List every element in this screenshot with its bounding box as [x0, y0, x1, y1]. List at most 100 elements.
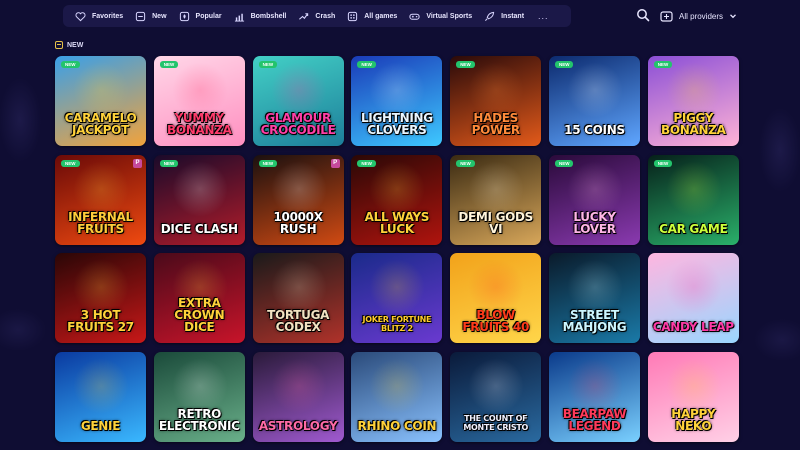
game-title: 10000x Rush: [273, 209, 323, 236]
game-title: 3 Hot Fruits 27: [67, 308, 134, 334]
game-title: Candy Leap: [652, 320, 734, 334]
category-popular[interactable]: Popular: [173, 5, 228, 27]
game-tile[interactable]: NEW P 10000x Rush: [252, 154, 344, 245]
game-title: Dice Clash: [160, 221, 238, 236]
game-art: [566, 62, 623, 118]
game-art: [665, 62, 722, 118]
game-tile[interactable]: NEW Piggy Bonanza: [647, 56, 739, 146]
game-tile[interactable]: Genie: [55, 351, 146, 442]
game-title: Tortuga Codex: [267, 308, 330, 334]
game-title: Happy Neko: [671, 406, 716, 433]
game-art: [665, 259, 722, 315]
game-tile[interactable]: NEW Car Game: [647, 154, 739, 245]
game-art: [468, 62, 525, 118]
category-label: Popular: [195, 12, 222, 20]
game-art: [270, 160, 327, 217]
category-label: Bombshell: [250, 12, 287, 20]
game-title: Extra Crown Dice: [174, 296, 225, 334]
game-art: [73, 259, 129, 315]
gamepad-icon: [409, 11, 420, 22]
game-art: [171, 160, 228, 217]
all-games-icon: [347, 11, 358, 22]
game-tile[interactable]: Astrology: [252, 351, 344, 442]
popular-icon: [179, 11, 190, 22]
game-tile[interactable]: NEW Lightning Clovers: [351, 56, 443, 146]
category-bar: Favorites New Popular Bombshell Crash All gam…: [63, 5, 571, 27]
rocket-icon: [484, 11, 495, 22]
game-art: [665, 357, 722, 414]
games-grid: NEW Caramelo Jackpot NEW Yummy Bonanza NEW Gl…: [55, 56, 739, 442]
game-tile[interactable]: NEW Yummy Bonanza: [153, 56, 245, 146]
game-tile[interactable]: Tortuga Codex: [252, 253, 344, 343]
game-title: Bearpaw Legend: [562, 406, 627, 433]
providers-icon: [660, 10, 673, 22]
new-badge: NEW: [159, 159, 179, 167]
game-title: Piggy Bonanza: [660, 111, 726, 137]
new-badge: NEW: [159, 61, 179, 68]
game-art: [73, 62, 129, 118]
game-tile[interactable]: 3 Hot Fruits 27: [55, 253, 146, 343]
providers-dropdown[interactable]: All providers: [660, 6, 737, 26]
category-virtual-sports[interactable]: Virtual Sports: [403, 5, 478, 27]
new-badge: NEW: [554, 61, 574, 68]
game-tile[interactable]: NEW 15 Coins: [548, 56, 640, 146]
category-label: Virtual Sports: [426, 12, 473, 20]
game-tile[interactable]: NEW P Infernal Fruits: [55, 154, 146, 245]
new-badge: NEW: [456, 159, 475, 167]
game-tile[interactable]: Retro Electronic: [153, 351, 245, 442]
game-tile[interactable]: Candy Leap: [647, 253, 739, 343]
game-title: Lightning Clovers: [360, 111, 433, 137]
game-tile[interactable]: Bearpaw Legend: [548, 351, 640, 442]
new-badge: NEW: [456, 61, 475, 68]
game-tile[interactable]: NEW Caramelo Jackpot: [55, 56, 146, 146]
game-art: [468, 160, 525, 217]
category-label: All games: [364, 12, 398, 20]
game-tile[interactable]: NEW Lucky Lover: [548, 154, 640, 245]
game-tile[interactable]: NEW All Ways Luck: [351, 154, 443, 245]
game-tile[interactable]: Rhino Coin: [351, 351, 443, 442]
game-art: [665, 160, 722, 217]
game-art: [468, 259, 525, 315]
game-tile[interactable]: Joker Fortune Blitz 2: [351, 253, 443, 343]
game-tile[interactable]: Blow Fruits 40: [450, 253, 542, 343]
category-label: Favorites: [92, 12, 124, 20]
category-label: Crash: [315, 12, 336, 20]
game-tile[interactable]: The Count of Monte Cristo: [450, 351, 542, 442]
game-tile[interactable]: Happy Neko: [647, 351, 739, 442]
category-instant[interactable]: Instant: [478, 5, 530, 27]
chevron-down-icon: [730, 14, 736, 19]
game-title: Yummy Bonanza: [166, 111, 232, 137]
game-title: Astrology: [258, 418, 338, 433]
new-badge: NEW: [653, 61, 673, 68]
category-new[interactable]: New: [129, 5, 172, 27]
new-badge: NEW: [61, 61, 80, 68]
game-tile[interactable]: NEW Hades Power: [450, 56, 542, 146]
category-all-games[interactable]: All games: [341, 5, 403, 27]
new-icon: [135, 11, 146, 22]
game-art: [566, 160, 623, 217]
game-title: Genie: [80, 418, 121, 433]
game-art: [369, 62, 426, 118]
game-art: [369, 259, 426, 315]
game-title: Caramelo Jackpot: [64, 111, 137, 137]
game-title: Car Game: [659, 221, 728, 236]
game-title: Demi Gods VI: [458, 209, 534, 236]
new-badge: NEW: [258, 61, 278, 68]
game-tile[interactable]: NEW Glamour Crocodile: [252, 56, 344, 146]
new-badge: NEW: [357, 61, 376, 68]
section-header: NEW: [55, 41, 83, 49]
game-tile[interactable]: NEW Dice Clash: [153, 154, 245, 245]
more-categories-button[interactable]: ...: [530, 11, 557, 21]
game-art: [468, 357, 525, 414]
new-section-icon: [55, 41, 63, 49]
game-tile[interactable]: Street Mahjong: [548, 253, 640, 343]
search-icon[interactable]: [636, 8, 650, 22]
game-art: [171, 357, 228, 414]
game-tile[interactable]: Extra Crown Dice: [153, 253, 245, 343]
category-bombshell[interactable]: Bombshell: [228, 5, 293, 27]
game-title: All Ways Luck: [364, 209, 430, 236]
category-crash[interactable]: Crash: [292, 5, 341, 27]
game-tile[interactable]: NEW Demi Gods VI: [450, 154, 542, 245]
category-favorites[interactable]: Favorites: [69, 5, 129, 27]
new-badge: NEW: [554, 159, 574, 167]
